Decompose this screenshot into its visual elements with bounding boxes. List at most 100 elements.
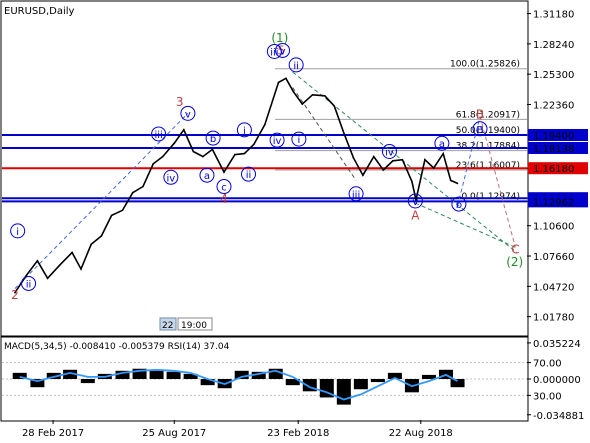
- price-point: [202, 155, 204, 158]
- y-tick-label: 1.07660: [533, 252, 574, 263]
- time-badge-day: 22: [162, 321, 173, 331]
- wave-label: b: [210, 134, 216, 145]
- price-point: [456, 182, 459, 185]
- indicator-label: MACD(5,34,5) -0.008410 -0.005379 RSI(14)…: [4, 342, 230, 352]
- indicator-y-tick-label: -0.034881: [533, 411, 584, 422]
- x-tick-label: 23 Feb 2018: [267, 428, 329, 439]
- indicator-y-axis: 0.035224 70.00 0.000000 30.00 -0.034881: [527, 339, 584, 422]
- wave-label: iv: [167, 173, 176, 184]
- price-point: [442, 152, 445, 155]
- price-point: [333, 105, 336, 107]
- price-point: [292, 90, 295, 93]
- price-point: [311, 93, 314, 96]
- price-y-axis: 1.31180 1.28240 1.25300 1.22360 1.19400 1.181…: [527, 10, 588, 324]
- price-point: [253, 143, 255, 146]
- price-point: [131, 191, 134, 194]
- x-tick-label: 28 Feb 2017: [22, 428, 84, 439]
- macd-histogram-bar: [353, 379, 368, 390]
- y-tick-label: 1.22360: [533, 100, 574, 111]
- y-tick-label: 1.25300: [533, 70, 574, 81]
- price-point: [449, 179, 452, 182]
- indicator-y-tick-label: 30.00: [533, 391, 562, 402]
- wave-label: A: [411, 208, 420, 222]
- wave-label: B: [477, 125, 484, 136]
- price-point: [301, 103, 304, 105]
- wave-label: (2): [506, 255, 523, 269]
- y-tick-label: 1.16180: [533, 164, 574, 175]
- price-point: [285, 77, 287, 80]
- indicator-y-tick-label: 70.00: [533, 359, 562, 370]
- wave-label: iii: [352, 190, 360, 201]
- price-point: [401, 158, 404, 161]
- price-point: [382, 169, 385, 171]
- price-point: [142, 185, 144, 188]
- fibonacci-level-label: 100.0(1.25826): [450, 60, 520, 70]
- y-tick-label: 1.18138: [533, 144, 574, 155]
- indicator-y-tick-label: 0.000000: [533, 375, 581, 386]
- price-point: [211, 148, 214, 151]
- x-tick-label: 25 Aug 2017: [142, 428, 206, 439]
- price-point: [372, 155, 375, 158]
- wave-label: i: [243, 126, 246, 137]
- price-point: [411, 180, 413, 183]
- chart-canvas: 100.0(1.25826)61.8(1.20917)50.0(1.19400)…: [0, 0, 588, 439]
- wave-label: 3: [176, 95, 184, 109]
- wave-label: 2: [11, 288, 19, 302]
- wave-label: ii: [293, 61, 299, 72]
- price-point: [234, 153, 236, 156]
- chart-title: EURUSD,Daily: [4, 6, 75, 17]
- price-point: [46, 277, 49, 280]
- price-point: [183, 129, 185, 131]
- wave-label: v: [280, 46, 286, 57]
- macd-histogram-bar: [80, 379, 95, 384]
- wave-label: i: [297, 135, 300, 146]
- price-point: [243, 152, 246, 155]
- wave-label: iv: [385, 147, 394, 158]
- price-point: [352, 156, 355, 159]
- price-point: [343, 132, 345, 134]
- macd-histogram-bar: [336, 379, 351, 405]
- wave-label: iv: [273, 136, 282, 147]
- price-point: [110, 214, 113, 217]
- wave-label: v: [412, 197, 418, 208]
- price-point: [121, 209, 124, 212]
- price-point: [323, 95, 326, 97]
- wave-label: iii: [270, 47, 278, 58]
- macd-histogram-bar: [370, 379, 385, 383]
- price-point: [161, 155, 164, 158]
- y-tick-label: 1.10600: [533, 222, 574, 233]
- wave-label: c: [221, 183, 227, 194]
- price-point: [152, 163, 154, 165]
- price-point: [264, 123, 266, 126]
- y-tick-label: 1.31180: [533, 10, 574, 21]
- wave-label: a: [204, 171, 210, 182]
- time-x-axis: 28 Feb 2017 25 Aug 2017 23 Feb 2018 22 Aug …: [22, 420, 453, 439]
- price-point: [80, 268, 82, 270]
- wave-label: ii: [246, 170, 252, 181]
- price-point: [277, 81, 280, 84]
- price-point: [59, 264, 61, 266]
- y-tick-label: 1.04720: [533, 282, 574, 293]
- y-tick-label: 1.12962: [533, 197, 574, 208]
- price-point: [192, 150, 195, 153]
- wave-label: b: [456, 200, 462, 211]
- wave-label: a: [439, 139, 445, 150]
- indicator-y-tick-label: 0.035224: [533, 339, 581, 350]
- wave-label: i: [16, 227, 19, 238]
- fibonacci-level-label: 23.6(1.16007): [456, 161, 520, 171]
- price-point: [90, 243, 93, 246]
- price-point: [392, 159, 394, 162]
- price-point: [424, 158, 426, 161]
- price-point: [36, 259, 39, 262]
- wave-label: iii: [154, 130, 162, 141]
- y-tick-label: 1.01780: [533, 313, 574, 324]
- macd-histogram-bar: [166, 371, 181, 379]
- time-badge-time: 19:00: [181, 321, 207, 331]
- macd-histogram-bar: [149, 370, 164, 379]
- wave-label: v: [185, 109, 191, 120]
- fibonacci-level-label: 61.8(1.20917): [456, 110, 520, 120]
- price-point: [362, 174, 364, 177]
- price-point: [432, 167, 435, 169]
- price-point: [71, 251, 73, 254]
- price-point: [100, 235, 103, 237]
